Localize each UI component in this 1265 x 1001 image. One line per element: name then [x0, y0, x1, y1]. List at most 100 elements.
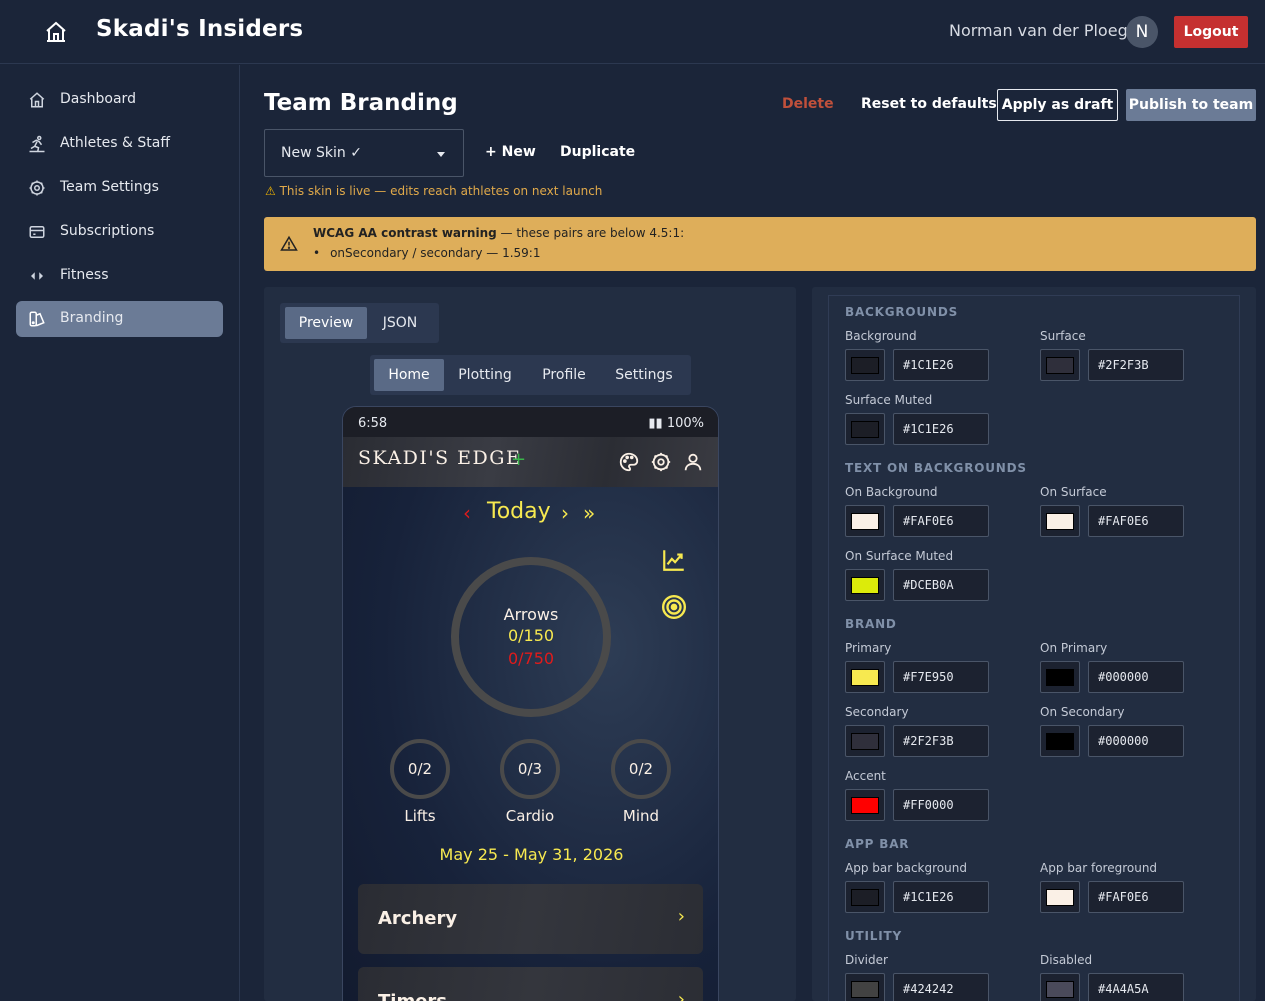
field-label-on-surface: On Surface: [1040, 485, 1107, 499]
section-brand: BRAND: [845, 617, 897, 631]
color-swatch-background[interactable]: [845, 349, 885, 381]
wcag-warning-text: WCAG AA contrast warning — these pairs a…: [313, 226, 684, 240]
hex-input-on-secondary[interactable]: #000000: [1088, 725, 1184, 757]
new-skin-button[interactable]: + New: [485, 144, 536, 160]
color-chip: [851, 981, 879, 998]
field-label-disabled: Disabled: [1040, 953, 1093, 967]
color-chip: [851, 421, 879, 438]
hex-input-disabled[interactable]: #4A4A5A: [1088, 973, 1184, 1001]
profile-icon: [684, 453, 702, 471]
sidebar-item-subscriptions[interactable]: Subscriptions: [16, 214, 223, 250]
color-chip: [851, 669, 879, 686]
sidebar-item-label: Athletes & Staff: [60, 135, 171, 151]
athlete-icon: [29, 135, 45, 153]
hex-input-on-background[interactable]: #FAF0E6: [893, 505, 989, 537]
gear-icon: [29, 180, 45, 196]
color-swatch-app-bar-foreground[interactable]: [1040, 881, 1080, 913]
hex-input-surface[interactable]: #2F2F3B: [1088, 349, 1184, 381]
skin-select-value: New Skin ✓: [281, 145, 362, 161]
color-swatch-surface[interactable]: [1040, 349, 1080, 381]
color-chip: [1046, 981, 1074, 998]
color-swatch-disabled[interactable]: [1040, 973, 1080, 1001]
delete-button[interactable]: Delete: [782, 96, 834, 112]
field-label-secondary: Secondary: [845, 705, 909, 719]
user-name: Norman van der Ploeg: [949, 21, 1128, 40]
ring-mind: 0/2: [611, 739, 671, 799]
card-title: Timers: [378, 991, 447, 1001]
section-text-on-backgrounds: TEXT ON BACKGROUNDS: [845, 461, 1027, 475]
battery-icon: ▮▮ 100%: [648, 416, 704, 431]
color-chip: [1046, 669, 1074, 686]
chevron-right-icon: ›: [677, 989, 685, 1001]
sidebar-item-fitness[interactable]: Fitness: [16, 258, 223, 294]
ring-label: Arrows: [503, 605, 559, 624]
sidebar-item-label: Subscriptions: [60, 223, 155, 239]
hex-input-app-bar-background[interactable]: #1C1E26: [893, 881, 989, 913]
phone-preview: 6:58 ▮▮ 100% SKADI'S EDGE + ‹ Today › » …: [342, 406, 719, 1001]
color-swatch-primary[interactable]: [845, 661, 885, 693]
live-note: ⚠ This skin is live — edits reach athlet…: [265, 184, 602, 198]
chart-icon: [663, 550, 684, 571]
hex-input-on-surface[interactable]: #FAF0E6: [1088, 505, 1184, 537]
card-icon: [29, 226, 45, 238]
tab-settings[interactable]: Settings: [604, 359, 684, 391]
color-swatch-on-secondary[interactable]: [1040, 725, 1080, 757]
color-swatch-surface-muted[interactable]: [845, 413, 885, 445]
color-swatch-on-surface-muted[interactable]: [845, 569, 885, 601]
wcag-warning-item: onSecondary / secondary — 1.59:1: [313, 246, 540, 260]
color-chip: [1046, 733, 1074, 750]
tab-plotting[interactable]: Plotting: [446, 359, 524, 391]
duplicate-button[interactable]: Duplicate: [560, 144, 635, 160]
double-chevron-right-icon: »: [583, 501, 596, 525]
hex-input-on-primary[interactable]: #000000: [1088, 661, 1184, 693]
hex-input-background[interactable]: #1C1E26: [893, 349, 989, 381]
apply-draft-button[interactable]: Apply as draft: [997, 89, 1118, 121]
color-swatch-secondary[interactable]: [845, 725, 885, 757]
skin-select[interactable]: New Skin ✓: [264, 129, 464, 177]
color-chip: [851, 733, 879, 750]
tab-home[interactable]: Home: [374, 359, 444, 391]
color-swatch-on-background[interactable]: [845, 505, 885, 537]
chevron-right-icon: ›: [561, 501, 569, 525]
avatar[interactable]: N: [1126, 16, 1158, 48]
publish-team-button[interactable]: Publish to team: [1126, 89, 1256, 121]
color-swatch-on-surface[interactable]: [1040, 505, 1080, 537]
tab-json[interactable]: JSON: [367, 307, 433, 339]
hex-input-primary[interactable]: #F7E950: [893, 661, 989, 693]
sidebar-item-branding[interactable]: Branding: [16, 301, 223, 337]
hex-input-secondary[interactable]: #2F2F3B: [893, 725, 989, 757]
warning-icon: [280, 235, 298, 251]
chevron-left-icon: ‹: [463, 501, 471, 525]
field-label-on-background: On Background: [845, 485, 938, 499]
ring-lifts: 0/2: [390, 739, 450, 799]
sidebar-item-dashboard[interactable]: Dashboard: [16, 82, 223, 118]
sidebar-item-athletes-staff[interactable]: Athletes & Staff: [16, 126, 223, 162]
field-label-surface: Surface: [1040, 329, 1086, 343]
ring-value-primary: 0/150: [507, 626, 555, 645]
color-swatch-accent[interactable]: [845, 789, 885, 821]
color-swatch-app-bar-background[interactable]: [845, 881, 885, 913]
hex-input-app-bar-foreground[interactable]: #FAF0E6: [1088, 881, 1184, 913]
color-swatch-divider[interactable]: [845, 973, 885, 1001]
gear-icon: [651, 452, 671, 472]
hex-input-divider[interactable]: #424242: [893, 973, 989, 1001]
hex-input-on-surface-muted[interactable]: #DCEB0A: [893, 569, 989, 601]
color-swatch-on-primary[interactable]: [1040, 661, 1080, 693]
reset-defaults-button[interactable]: Reset to defaults: [861, 96, 997, 112]
chevron-right-icon: ›: [677, 906, 685, 927]
warning-icon: ⚠: [265, 184, 276, 198]
hex-input-accent[interactable]: #FF0000: [893, 789, 989, 821]
tab-preview[interactable]: Preview: [285, 307, 367, 339]
hex-input-surface-muted[interactable]: #1C1E26: [893, 413, 989, 445]
target-icon: [661, 594, 687, 620]
wcag-warning-title: WCAG AA contrast warning: [313, 226, 497, 240]
sidebar-item-label: Fitness: [60, 267, 109, 283]
home-icon: [29, 92, 45, 108]
home-icon[interactable]: [44, 20, 68, 44]
sidebar-item-label: Dashboard: [60, 91, 136, 107]
sidebar-item-team-settings[interactable]: Team Settings: [16, 170, 223, 206]
tab-profile[interactable]: Profile: [528, 359, 600, 391]
color-chip: [851, 797, 879, 814]
color-chip: [1046, 513, 1074, 530]
logout-button[interactable]: Logout: [1174, 16, 1248, 48]
